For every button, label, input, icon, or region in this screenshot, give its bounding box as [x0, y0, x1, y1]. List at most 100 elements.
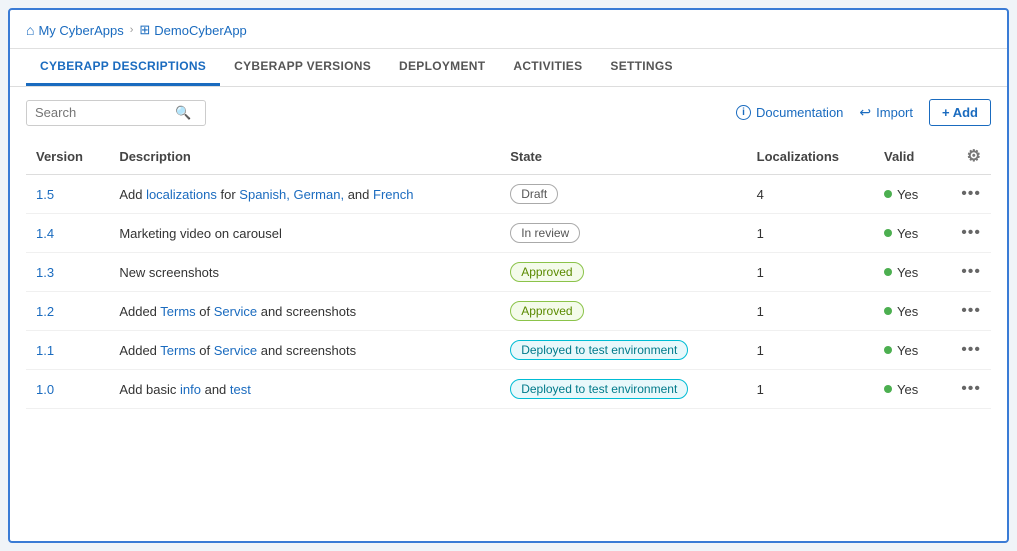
table-row: 1.4 Marketing video on carousel In revie…: [26, 214, 991, 253]
cell-version[interactable]: 1.5: [26, 175, 109, 214]
cell-localizations: 1: [747, 331, 874, 370]
cell-valid: Yes: [874, 175, 941, 214]
valid-indicator: [884, 229, 892, 237]
breadcrumb-home[interactable]: ⌂ My CyberApps: [26, 22, 124, 38]
add-button[interactable]: + Add: [929, 99, 991, 126]
state-badge: In review: [510, 223, 580, 243]
description-text: Marketing video on carousel: [119, 226, 282, 241]
cell-more[interactable]: •••: [941, 253, 991, 292]
col-description: Description: [109, 138, 500, 175]
search-icon[interactable]: 🔍: [175, 105, 191, 121]
cell-more[interactable]: •••: [941, 292, 991, 331]
import-icon: ↩: [859, 104, 871, 121]
more-actions-icon[interactable]: •••: [961, 185, 981, 202]
search-box[interactable]: 🔍: [26, 100, 206, 126]
cell-valid: Yes: [874, 370, 941, 409]
cell-description: Add basic info and test: [109, 370, 500, 409]
valid-indicator: [884, 385, 892, 393]
toolbar: 🔍 i Documentation ↩ Import + Add: [10, 87, 1007, 138]
tab-deployment[interactable]: DEPLOYMENT: [385, 49, 499, 86]
valid-text: Yes: [897, 304, 918, 319]
cell-state: Draft: [500, 175, 746, 214]
description-text: Add localizations for Spanish, German, a…: [119, 187, 413, 202]
more-actions-icon[interactable]: •••: [961, 341, 981, 358]
cell-description: Add localizations for Spanish, German, a…: [109, 175, 500, 214]
documentation-label: Documentation: [756, 105, 843, 120]
cell-localizations: 1: [747, 214, 874, 253]
home-icon: ⌂: [26, 22, 34, 38]
cell-version[interactable]: 1.0: [26, 370, 109, 409]
table-wrap: Version Description State Localizations …: [10, 138, 1007, 425]
table-row: 1.3 New screenshots Approved 1 Yes •••: [26, 253, 991, 292]
breadcrumb-current[interactable]: ⊞ DemoCyberApp: [139, 22, 246, 38]
description-text: New screenshots: [119, 265, 219, 280]
valid-text: Yes: [897, 187, 918, 202]
version-link[interactable]: 1.5: [36, 187, 54, 202]
cell-localizations: 1: [747, 370, 874, 409]
version-link[interactable]: 1.4: [36, 226, 54, 241]
more-actions-icon[interactable]: •••: [961, 380, 981, 397]
cell-valid: Yes: [874, 253, 941, 292]
state-badge: Deployed to test environment: [510, 379, 688, 399]
tab-settings[interactable]: SETTINGS: [596, 49, 686, 86]
cell-state: Approved: [500, 292, 746, 331]
state-badge: Deployed to test environment: [510, 340, 688, 360]
col-localizations: Localizations: [747, 138, 874, 175]
cell-description: Added Terms of Service and screenshots: [109, 331, 500, 370]
state-badge: Approved: [510, 262, 583, 282]
more-actions-icon[interactable]: •••: [961, 302, 981, 319]
gear-icon[interactable]: ⚙: [967, 148, 981, 165]
more-actions-icon[interactable]: •••: [961, 263, 981, 280]
tab-bar: CYBERAPP DESCRIPTIONS CYBERAPP VERSIONS …: [10, 49, 1007, 87]
breadcrumb-current-label: DemoCyberApp: [154, 23, 247, 38]
more-actions-icon[interactable]: •••: [961, 224, 981, 241]
cell-description: New screenshots: [109, 253, 500, 292]
version-link[interactable]: 1.1: [36, 343, 54, 358]
cell-more[interactable]: •••: [941, 370, 991, 409]
cell-version[interactable]: 1.2: [26, 292, 109, 331]
valid-text: Yes: [897, 265, 918, 280]
description-text: Added Terms of Service and screenshots: [119, 343, 356, 358]
breadcrumb-separator: ›: [130, 24, 134, 36]
import-label: Import: [876, 105, 913, 120]
breadcrumb-home-label: My CyberApps: [38, 23, 123, 38]
cell-valid: Yes: [874, 292, 941, 331]
tab-versions[interactable]: CYBERAPP VERSIONS: [220, 49, 385, 86]
col-valid: Valid: [874, 138, 941, 175]
valid-indicator: [884, 190, 892, 198]
description-text: Add basic info and test: [119, 382, 251, 397]
cell-more[interactable]: •••: [941, 331, 991, 370]
tab-activities[interactable]: ACTIVITIES: [499, 49, 596, 86]
cell-more[interactable]: •••: [941, 175, 991, 214]
cell-state: Approved: [500, 253, 746, 292]
cell-description: Marketing video on carousel: [109, 214, 500, 253]
breadcrumb: ⌂ My CyberApps › ⊞ DemoCyberApp: [10, 10, 1007, 49]
cell-localizations: 1: [747, 292, 874, 331]
cell-version[interactable]: 1.3: [26, 253, 109, 292]
cell-state: Deployed to test environment: [500, 331, 746, 370]
table-row: 1.1 Added Terms of Service and screensho…: [26, 331, 991, 370]
version-link[interactable]: 1.0: [36, 382, 54, 397]
import-button[interactable]: ↩ Import: [859, 104, 913, 121]
tab-descriptions[interactable]: CYBERAPP DESCRIPTIONS: [26, 49, 220, 86]
version-link[interactable]: 1.2: [36, 304, 54, 319]
col-version: Version: [26, 138, 109, 175]
table-row: 1.0 Add basic info and test Deployed to …: [26, 370, 991, 409]
documentation-button[interactable]: i Documentation: [736, 105, 843, 120]
valid-indicator: [884, 346, 892, 354]
cell-description: Added Terms of Service and screenshots: [109, 292, 500, 331]
table-row: 1.2 Added Terms of Service and screensho…: [26, 292, 991, 331]
cell-more[interactable]: •••: [941, 214, 991, 253]
valid-indicator: [884, 268, 892, 276]
cell-state: Deployed to test environment: [500, 370, 746, 409]
cell-version[interactable]: 1.1: [26, 331, 109, 370]
description-text: Added Terms of Service and screenshots: [119, 304, 356, 319]
version-link[interactable]: 1.3: [36, 265, 54, 280]
search-input[interactable]: [35, 105, 175, 120]
valid-text: Yes: [897, 343, 918, 358]
valid-text: Yes: [897, 226, 918, 241]
cell-version[interactable]: 1.4: [26, 214, 109, 253]
info-icon: i: [736, 105, 751, 120]
toolbar-actions: i Documentation ↩ Import + Add: [736, 99, 991, 126]
state-badge: Draft: [510, 184, 558, 204]
